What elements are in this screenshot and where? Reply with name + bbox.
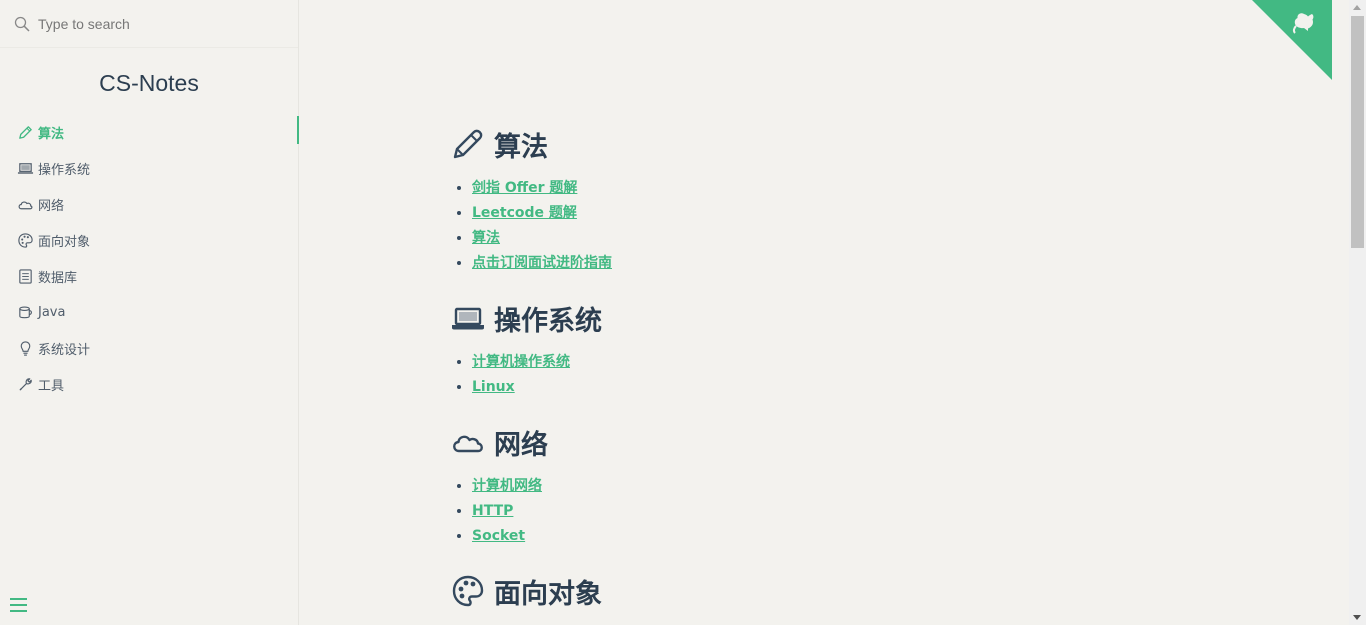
list-item: 计算机操作系统 xyxy=(472,350,1151,375)
link-algorithm[interactable]: 算法 xyxy=(472,230,500,246)
list-item: HTTP xyxy=(472,499,1151,524)
sidebar-item-oop[interactable]: 面向对象 xyxy=(0,222,298,258)
link-computer-os[interactable]: 计算机操作系统 xyxy=(472,354,570,370)
list-item: Linux xyxy=(472,375,1151,400)
sidebar-item-label: 数据库 xyxy=(38,270,78,286)
pencil-icon xyxy=(16,123,34,141)
link-list: 计算机网络 HTTP Socket xyxy=(451,474,1151,549)
sidebar-item-label: 算法 xyxy=(38,126,65,142)
github-corner-icon[interactable] xyxy=(1252,0,1332,80)
list-item: 点击订阅面试进阶指南 xyxy=(472,251,1151,276)
sidebar-item-label: 面向对象 xyxy=(38,234,91,250)
section-title: 操作系统 xyxy=(494,305,602,337)
sidebar-item-label: 工具 xyxy=(38,378,65,394)
pencil-icon xyxy=(451,127,485,161)
sidebar-nav: 算法 操作系统 网络 面向对象 数据库 Java 系统设计 工具 xyxy=(0,114,299,402)
list-item: 计算机网络 xyxy=(472,474,1151,499)
sidebar-item-label: 操作系统 xyxy=(38,162,91,178)
database-icon xyxy=(16,267,34,285)
scroll-down-icon[interactable] xyxy=(1353,615,1361,620)
link-leetcode[interactable]: Leetcode 题解 xyxy=(472,205,577,221)
sidebar-item-database[interactable]: 数据库 xyxy=(0,258,298,294)
sidebar-item-label: 系统设计 xyxy=(38,342,91,358)
wrench-icon xyxy=(16,375,34,393)
sidebar-item-network[interactable]: 网络 xyxy=(0,186,298,222)
section-heading: 面向对象 xyxy=(451,571,1151,611)
sidebar-item-system-design[interactable]: 系统设计 xyxy=(0,330,298,366)
palette-icon xyxy=(16,231,34,249)
list-item: Leetcode 题解 xyxy=(472,201,1151,226)
sidebar-item-label: Java xyxy=(38,304,66,320)
list-item: 剑指 Offer 题解 xyxy=(472,176,1151,201)
link-computer-network[interactable]: 计算机网络 xyxy=(472,478,542,494)
sidebar: CS-Notes 算法 操作系统 网络 面向对象 xyxy=(0,0,299,625)
sidebar-item-algorithm[interactable]: 算法 xyxy=(0,114,299,150)
cloud-icon xyxy=(451,425,485,459)
search-bar xyxy=(0,0,298,48)
app-name[interactable]: CS-Notes xyxy=(0,68,298,98)
section-heading: 操作系统 xyxy=(451,298,1151,338)
link-linux[interactable]: Linux xyxy=(472,379,515,395)
sidebar-item-java[interactable]: Java xyxy=(0,294,298,330)
link-list: 计算机操作系统 Linux xyxy=(451,350,1151,400)
link-jianzhi-offer[interactable]: 剑指 Offer 题解 xyxy=(472,180,577,196)
list-item: 算法 xyxy=(472,226,1151,251)
palette-icon xyxy=(451,574,485,608)
main-content: 算法 剑指 Offer 题解 Leetcode 题解 算法 点击订阅面试进阶指南… xyxy=(300,0,1349,625)
cloud-icon xyxy=(16,195,34,213)
sidebar-item-os[interactable]: 操作系统 xyxy=(0,150,298,186)
section-title: 算法 xyxy=(494,131,548,163)
list-item: Socket xyxy=(472,524,1151,549)
scrollbar-thumb[interactable] xyxy=(1351,16,1364,248)
section-oop: 面向对象 xyxy=(451,571,1151,611)
search-input[interactable] xyxy=(36,14,270,33)
sidebar-item-tools[interactable]: 工具 xyxy=(0,366,298,402)
link-http[interactable]: HTTP xyxy=(472,503,513,519)
section-heading: 网络 xyxy=(451,422,1151,462)
sidebar-item-label: 网络 xyxy=(38,198,65,214)
section-title: 面向对象 xyxy=(494,578,602,610)
section-network: 网络 计算机网络 HTTP Socket xyxy=(451,422,1151,549)
scroll-up-icon[interactable] xyxy=(1353,5,1361,10)
section-algorithm: 算法 剑指 Offer 题解 Leetcode 题解 算法 点击订阅面试进阶指南 xyxy=(451,124,1151,276)
section-os: 操作系统 计算机操作系统 Linux xyxy=(451,298,1151,400)
coffee-icon xyxy=(16,303,34,321)
section-title: 网络 xyxy=(494,429,548,461)
laptop-icon xyxy=(16,159,34,177)
search-icon xyxy=(14,16,30,32)
link-socket[interactable]: Socket xyxy=(472,528,525,544)
link-subscribe-guide[interactable]: 点击订阅面试进阶指南 xyxy=(472,255,612,271)
scrollbar[interactable] xyxy=(1349,0,1366,625)
laptop-icon xyxy=(451,301,485,335)
menu-toggle-icon[interactable] xyxy=(10,598,27,613)
section-heading: 算法 xyxy=(451,124,1151,164)
lightbulb-icon xyxy=(16,339,34,357)
link-list: 剑指 Offer 题解 Leetcode 题解 算法 点击订阅面试进阶指南 xyxy=(451,176,1151,276)
